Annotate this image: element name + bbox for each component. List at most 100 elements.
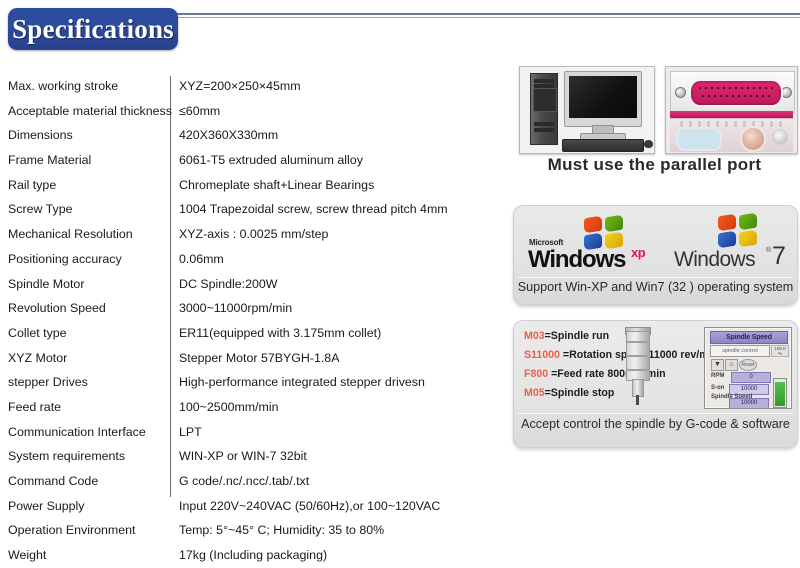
spindle-down-button[interactable]: ▼	[711, 359, 724, 371]
windows-support-panel: Microsoft Windows xp Windows ® 7 Support…	[513, 205, 798, 305]
spec-label: System requirements	[8, 449, 126, 464]
spindle-speed-window[interactable]: Spindle Speed spindle control 100.0 % ▼ …	[704, 327, 792, 409]
spec-value: Stepper Motor 57BYGH-1.8A	[179, 350, 340, 365]
spec-value: DC Spindle:200W	[179, 276, 278, 291]
s-on-label: S-on	[711, 385, 725, 391]
keyboard-icon	[562, 139, 644, 152]
gcode-equals: =	[559, 349, 570, 361]
windows-flag-icon	[584, 214, 626, 251]
spec-label: Positioning accuracy	[8, 251, 122, 266]
spindle-speed-gauge-fill	[775, 382, 785, 406]
table-row: Revolution Speed 3000~11000rpm/min	[8, 296, 478, 321]
gcode-key: S11000	[524, 349, 560, 361]
spec-label: Mechanical Resolution	[8, 227, 133, 242]
spindle-speed-value[interactable]: 10000	[729, 398, 769, 408]
table-row: Communication Interface LPT	[8, 420, 478, 445]
spec-label: Collet type	[8, 325, 67, 340]
spec-value: WIN-XP or WIN-7 32bit	[179, 449, 307, 464]
spindle-control-field[interactable]: spindle control	[710, 345, 770, 357]
spec-value: G code/.nc/.ncc/.tab/.txt	[179, 474, 310, 488]
table-row: Positioning accuracy 0.06mm	[8, 247, 478, 272]
spec-label: Frame Material	[8, 153, 92, 168]
table-row: Power Supply Input 220V~240VAC (50/60Hz)…	[8, 494, 478, 519]
spec-value: XYZ=200×250×45mm	[179, 79, 301, 93]
windows-support-caption: Support Win-XP and Win7 (32 ) operating …	[517, 280, 794, 294]
spec-label: Operation Environment	[8, 523, 136, 538]
spindle-speed-gauge	[773, 378, 787, 408]
spec-label: Acceptable material thickness	[8, 103, 172, 118]
table-row: Screw Type 1004 Trapezoidal screw, screw…	[8, 197, 478, 222]
parallel-port-photo	[665, 66, 798, 154]
table-row: Command Code G code/.nc/.ncc/.tab/.txt	[8, 469, 478, 494]
spec-value: 0.06mm	[179, 251, 224, 266]
table-row: Spindle Motor DC Spindle:200W	[8, 272, 478, 297]
spec-value: ≤60mm	[179, 103, 221, 118]
right-illustration-column: Must use the parallel port Microsoft Win…	[505, 52, 800, 500]
spec-value: Input 220V~240VAC (50/60Hz),or 100~120VA…	[179, 498, 441, 513]
spindle-percent-readout: 100.0 %	[771, 345, 789, 357]
spec-label: XYZ Motor	[8, 350, 68, 365]
table-row: Weight 17kg (Including packaging)	[8, 543, 478, 568]
spec-label: Weight	[8, 548, 47, 563]
spec-label: Max. working stroke	[8, 79, 119, 93]
spec-label: stepper Drives	[8, 375, 88, 390]
spindle-reset-button[interactable]: Reset	[739, 359, 757, 371]
spec-value: 100~2500mm/min	[179, 399, 279, 414]
pc-tower-icon	[530, 73, 558, 145]
spec-value: XYZ-axis : 0.0025 mm/step	[179, 227, 329, 242]
panel-separator	[518, 413, 793, 414]
rpm-label: RPM	[711, 373, 725, 379]
windows-wordmark: Windows	[674, 248, 756, 271]
gcode-desc: Spindle stop	[550, 387, 615, 399]
spec-label: Communication Interface	[8, 424, 146, 439]
header-rule	[168, 13, 800, 15]
db25-parallel-connector-icon	[689, 79, 783, 107]
spec-value: 6061-T5 extruded aluminum alloy	[179, 153, 363, 168]
gcode-line: M05=Spindle stop	[524, 387, 614, 399]
table-row: System requirements WIN-XP or WIN-7 32bi…	[8, 444, 478, 469]
table-row: Collet type ER11(equipped with 3.175mm c…	[8, 321, 478, 346]
gcode-key: F800	[524, 368, 549, 380]
parallel-port-panel: Must use the parallel port	[513, 52, 798, 187]
spec-label: Revolution Speed	[8, 301, 106, 316]
spec-value: 420X360X330mm	[179, 128, 279, 143]
spec-value: 17kg (Including packaging)	[179, 548, 328, 563]
page-title: Specifications	[12, 14, 174, 44]
audio-jack-icon	[740, 126, 766, 152]
spec-value: 3000~11000rpm/min	[179, 301, 293, 316]
spec-value: High-performance integrated stepper driv…	[179, 375, 425, 390]
table-row: Operation Environment Temp: 5°~45° C; Hu…	[8, 518, 478, 543]
parallel-port-caption: Must use the parallel port	[547, 155, 762, 174]
mouse-icon	[644, 140, 653, 148]
table-row: Dimensions 420X360X330mm	[8, 123, 478, 148]
port-lower-panel	[670, 118, 793, 152]
ps2-port-icon	[772, 129, 788, 145]
table-row: Frame Material 6061-T5 extruded aluminum…	[8, 148, 478, 173]
version-number: 7	[772, 242, 786, 270]
rpm-value: 0	[731, 372, 771, 383]
port-highlight-band	[670, 111, 793, 118]
spec-label: Dimensions	[8, 128, 73, 143]
spindle-panel-caption: Accept control the spindle by G-code & s…	[521, 417, 790, 431]
windows-flag-icon	[718, 212, 760, 249]
table-row: Acceptable material thickness ≤60mm	[8, 99, 478, 124]
spec-label: Feed rate	[8, 399, 62, 414]
specifications-table: Max. working stroke XYZ=200×250×45mm Acc…	[8, 74, 478, 568]
spec-value: LPT	[179, 424, 202, 439]
port-backplate	[670, 71, 795, 113]
table-row: Rail type Chromeplate shaft+Linear Beari…	[8, 173, 478, 198]
table-row: Mechanical Resolution XYZ-axis : 0.0025 …	[8, 222, 478, 247]
spec-label: Spindle Motor	[8, 276, 85, 291]
gcode-key: M05	[524, 387, 545, 399]
spec-label: Command Code	[8, 474, 99, 488]
gcode-equals: =	[548, 368, 558, 380]
gcode-key: M03	[524, 330, 545, 342]
table-row: Max. working stroke XYZ=200×250×45mm	[8, 74, 478, 99]
port-screw-left	[675, 87, 686, 98]
windows-wordmark: Windows	[528, 246, 627, 273]
pc-monitor-icon	[564, 71, 642, 127]
gcode-desc: Spindle run	[550, 330, 610, 342]
spindle-home-button[interactable]: ⌂	[725, 359, 738, 371]
header-rule-light	[168, 17, 800, 18]
spec-label: Power Supply	[8, 498, 85, 513]
